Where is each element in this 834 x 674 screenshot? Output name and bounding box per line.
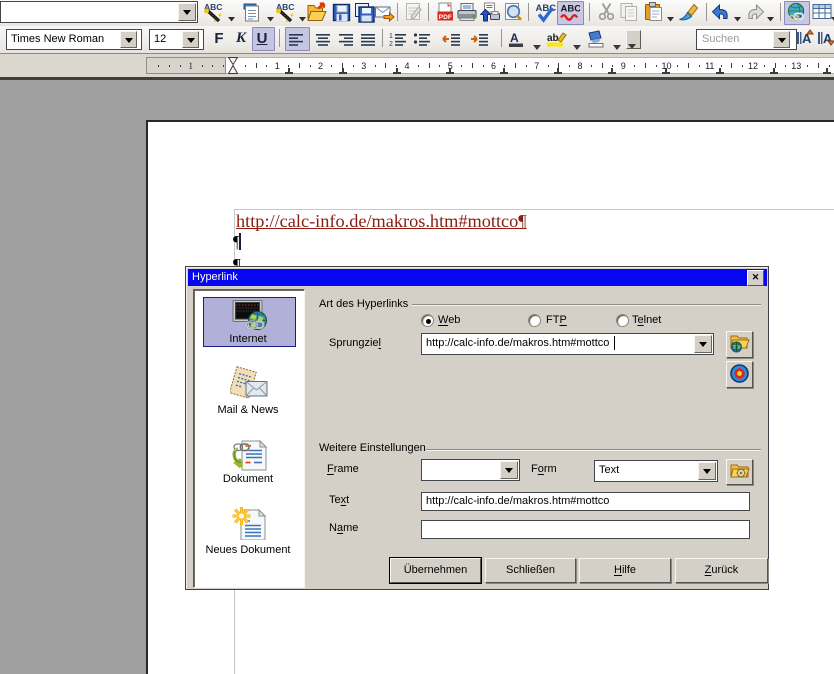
svg-text:2: 2 bbox=[389, 41, 393, 48]
svg-text:ab: ab bbox=[547, 33, 559, 44]
svg-text:1: 1 bbox=[389, 33, 393, 40]
svg-text:ABC: ABC bbox=[561, 4, 581, 15]
svg-text:PDF: PDF bbox=[439, 14, 452, 21]
svg-text:A: A bbox=[510, 31, 519, 45]
